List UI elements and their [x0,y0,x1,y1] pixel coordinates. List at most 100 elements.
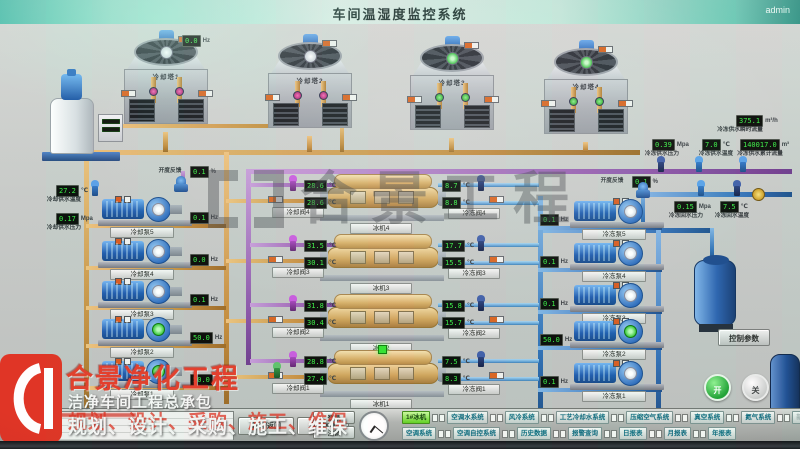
pump-cooling-2[interactable]: 50.0Hz 冷却泵2 [94,316,216,352]
cooling-tower-2[interactable]: 冷却塔2 [262,40,358,132]
chiller-4[interactable]: 28.6℃ 28.6℃ 8.7℃ 8.8℃ 冰机4 冷却阀4 冷冻阀4 [248,174,504,236]
nav-yearly-report[interactable]: 年报表 [708,427,736,440]
alarm-table[interactable]: 1 2 3 4 [2,411,234,440]
nav-chiller1[interactable]: 1#冰机 [402,411,430,424]
valve-icon[interactable] [175,87,184,96]
dosing-tank[interactable] [40,68,130,164]
alarm-row[interactable]: 3 [3,426,233,433]
pressure-sensor-icon[interactable] [476,295,486,312]
chiller-2[interactable]: 31.8℃ 30.4℃ 15.8℃ 15.7℃ 冰机2 冷却阀2 冷冻阀2 [248,294,504,356]
auto-manual-indicator [489,316,504,323]
sensor-icon[interactable] [732,180,742,197]
cooling-tower-4[interactable]: 冷却塔4 [538,46,634,138]
status-leds [649,430,662,438]
stop-button[interactable]: 关机 [742,374,769,401]
tower-label: 冷却塔4 [545,81,627,91]
pressure-sensor-icon[interactable] [476,175,486,192]
chilled-supply-total-label: 冷冻供水累计流量 [737,148,783,157]
pump-cooling-4[interactable]: 0.0Hz 冷却泵4 [94,238,216,274]
pump-speed-display: 0.1Hz [190,291,218,309]
nav-monthly-report[interactable]: 月报表 [664,427,692,440]
login-button[interactable]: 登录 [313,411,355,424]
pump-speed-display: 0.0Hz [190,251,218,269]
valve-icon[interactable] [149,87,158,96]
pump-impeller-icon [146,279,171,304]
valve-icon[interactable] [293,91,302,100]
chilled-return-pressure-label: 冷冻回水压力 [669,210,703,219]
nav-compressed-air[interactable]: 压缩空气系统 [626,411,673,424]
pipe-cooling-riser [224,152,229,404]
chiller-3[interactable]: 31.5℃ 30.1℃ 17.7℃ 15.5℃ 冰机3 冷却阀3 冷冻阀3 [248,234,504,296]
alarm-row[interactable]: 1 [3,412,233,419]
sensor-icon[interactable] [696,180,706,197]
valve-icon[interactable] [319,91,328,100]
chiller-condenser [334,234,432,249]
run-indicator [378,345,387,354]
flow-sensor-icon[interactable] [272,362,282,379]
sensor-icon[interactable] [738,156,748,173]
valve-icon[interactable] [569,97,578,106]
nav-ahu-water[interactable]: 空调水系统 [447,411,488,424]
logout-button[interactable]: 注销 [313,426,355,439]
chw-out-temp: 15.8℃ [442,297,474,315]
pump-cooling-5[interactable]: 0.1Hz 冷却泵5 [94,196,216,232]
pump-cooling-3[interactable]: 0.1Hz 冷却泵3 [94,278,216,314]
auto-manual-indicator [464,42,479,49]
pump-chilled-2[interactable]: 50.0Hz 冷冻泵2 [540,318,662,354]
pressure-sensor-icon[interactable] [288,235,298,252]
pump-chilled-4[interactable]: 0.1Hz 冷冻泵4 [540,240,662,276]
nav-row-top: 1#冰机 空调水系统 风冷系统 工艺冷却水系统 压缩空气系统 真空系统 氮气系统… [402,411,798,424]
sensor-icon[interactable] [656,156,666,173]
pressure-sensor-icon[interactable] [476,235,486,252]
start-button[interactable]: 开机 [704,374,731,401]
nav-air-cooled[interactable]: 风冷系统 [505,411,539,424]
sensor-icon[interactable] [694,156,704,173]
cw-in-temp: 31.8℃ [304,297,336,315]
confirm-button[interactable]: 确认/返回 [238,417,294,435]
logged-in-user[interactable]: admin [765,5,790,15]
auto-manual-indicator [407,96,422,103]
pump-impeller-icon [146,359,171,384]
pump-motor-icon [574,363,616,383]
nav-alarm-query[interactable]: 报警查询 [568,427,602,440]
pump-outlet [170,205,182,214]
nav-hvac-auto[interactable]: 空调自控系统 [453,427,500,440]
chiller-base [320,391,444,397]
pump-cooling-1[interactable]: 50.0Hz 冷却泵1 [94,358,216,394]
temperature-sensor-icon[interactable] [90,180,100,197]
chiller-base [320,335,444,341]
pump-chilled-3[interactable]: 0.1Hz 冷冻泵3 [540,282,662,318]
valve-icon[interactable] [752,188,765,201]
valve-actuator-icon[interactable] [174,176,188,193]
status-leds [611,414,624,422]
nav-process-cooling[interactable]: 工艺冷却水系统 [556,411,610,424]
pressure-sensor-icon[interactable] [476,351,486,368]
pressure-sensor-icon[interactable] [288,295,298,312]
nav-hvac[interactable]: 空调系统 [402,427,436,440]
chw-out-temp: 8.7℃ [442,177,470,195]
tower-label: 冷却塔1 [125,71,207,81]
pump-chilled-1[interactable]: 0.1Hz 冷冻泵1 [540,360,662,396]
pressure-sensor-icon[interactable] [288,351,298,368]
chiller-1[interactable]: 28.8℃ 27.4℃ 7.5℃ 8.3℃ 冰机1 冷却阀1 冷冻阀1 [248,350,504,412]
nav-fresh-air[interactable]: 新风系统 [792,411,800,424]
pressure-sensor-icon[interactable] [288,175,298,192]
valve-icon[interactable] [461,93,470,102]
nav-daily-report[interactable]: 日报表 [619,427,647,440]
nav-nitrogen[interactable]: 氮气系统 [741,411,775,424]
valve-actuator-icon[interactable] [636,182,650,199]
valve-icon[interactable] [435,93,444,102]
nav-history[interactable]: 历史数据 [517,427,551,440]
chw-out-temp: 7.5℃ [442,353,470,371]
control-params-button[interactable]: 控制参数 [718,329,770,346]
status-leds [438,430,451,438]
page-title: 车间温湿度监控系统 [0,4,800,23]
auto-manual-indicator [484,96,499,103]
nav-vacuum[interactable]: 真空系统 [690,411,724,424]
alarm-row[interactable]: 2 [3,419,233,426]
valve-icon[interactable] [595,97,604,106]
pump-chilled-5[interactable]: 0.1Hz 冷冻泵5 [540,198,662,234]
tower-label: 冷却塔3 [411,77,493,87]
alarm-row[interactable]: 4 [3,433,233,440]
cooling-tower-3[interactable]: 冷却塔3 [404,42,500,134]
